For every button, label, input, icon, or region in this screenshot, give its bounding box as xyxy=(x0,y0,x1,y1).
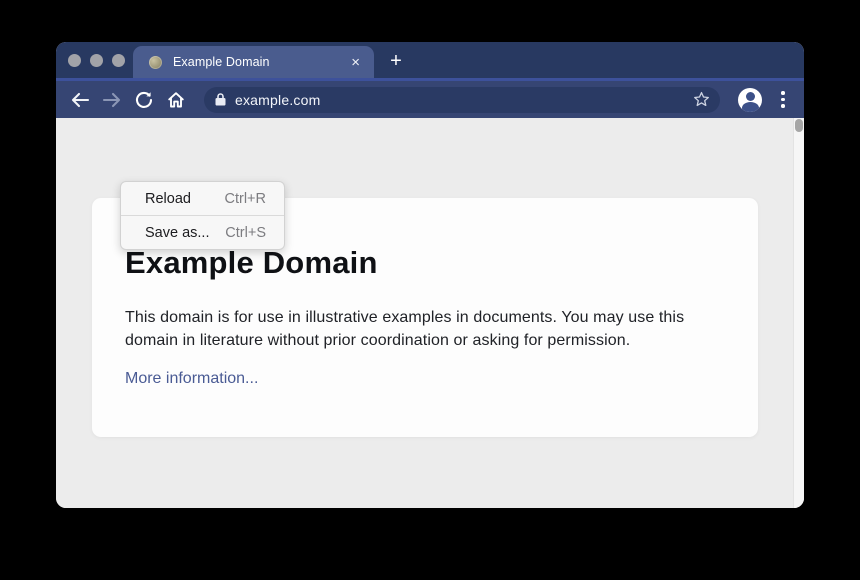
minimize-window-button[interactable] xyxy=(90,54,103,67)
toolbar: example.com xyxy=(56,78,804,118)
reload-button[interactable] xyxy=(128,86,160,114)
menu-item-label: Save as... xyxy=(145,225,209,241)
page-paragraph: This domain is for use in illustrative e… xyxy=(125,306,710,352)
bookmark-star-button[interactable] xyxy=(693,91,710,108)
page-content: Example Domain This domain is for use in… xyxy=(56,118,804,508)
profile-avatar-button[interactable] xyxy=(738,88,762,112)
menu-item-label: Reload xyxy=(145,191,191,207)
context-menu: Reload Ctrl+R Save as... Ctrl+S xyxy=(120,181,285,250)
nav-buttons xyxy=(56,86,192,114)
browser-menu-button[interactable] xyxy=(772,88,794,112)
zoom-window-button[interactable] xyxy=(112,54,125,67)
menu-item-shortcut: Ctrl+S xyxy=(225,225,266,241)
back-icon xyxy=(70,92,90,108)
titlebar: Example Domain × + xyxy=(56,42,804,78)
tab-close-icon[interactable]: × xyxy=(351,55,360,70)
star-icon xyxy=(693,91,710,108)
avatar-icon xyxy=(746,92,755,101)
back-button[interactable] xyxy=(64,86,96,114)
scrollbar-thumb[interactable] xyxy=(795,119,803,132)
menu-item-shortcut: Ctrl+R xyxy=(225,191,267,207)
kebab-menu-icon xyxy=(781,91,785,95)
context-menu-item-save-as[interactable]: Save as... Ctrl+S xyxy=(121,216,284,249)
home-icon xyxy=(167,91,185,109)
tab-title: Example Domain xyxy=(173,55,351,69)
close-window-button[interactable] xyxy=(68,54,81,67)
address-bar[interactable]: example.com xyxy=(204,87,720,113)
more-information-link[interactable]: More information... xyxy=(125,368,258,390)
globe-favicon-icon xyxy=(149,56,162,69)
lock-icon xyxy=(215,93,226,106)
forward-icon xyxy=(102,92,122,108)
browser-window: Example Domain × + xyxy=(56,42,804,508)
home-button[interactable] xyxy=(160,86,192,114)
url-text[interactable]: example.com xyxy=(235,92,320,108)
context-menu-item-reload[interactable]: Reload Ctrl+R xyxy=(121,182,284,215)
reload-icon xyxy=(135,91,153,109)
window-controls xyxy=(68,54,125,67)
new-tab-button[interactable]: + xyxy=(384,50,408,74)
forward-button[interactable] xyxy=(96,86,128,114)
browser-tab[interactable]: Example Domain × xyxy=(133,46,374,78)
scrollbar[interactable] xyxy=(793,118,804,508)
